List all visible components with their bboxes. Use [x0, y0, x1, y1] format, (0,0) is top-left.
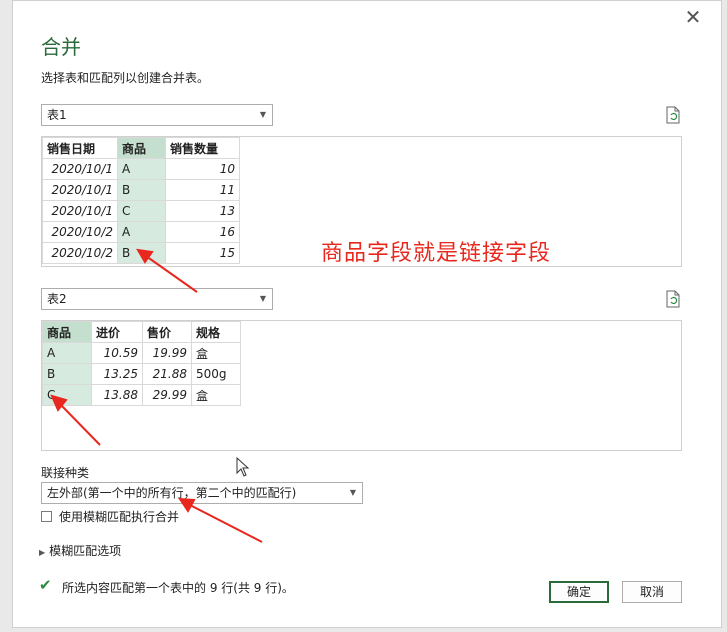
- table1-header-selected[interactable]: 商品: [117, 137, 166, 159]
- chevron-down-icon: ▼: [259, 110, 266, 119]
- table-row: 2020/10/1 A 10: [42, 158, 240, 180]
- dialog-title: 合并: [41, 35, 81, 59]
- table-cell: 10: [165, 158, 240, 180]
- table-cell: 19.99: [142, 342, 192, 364]
- table-cell: 盒: [191, 342, 241, 364]
- table-cell: 2020/10/2: [42, 242, 118, 264]
- table2-grid: 商品 进价 售价 规格 A 10.59 19.99 盒 B 13.25 21.8…: [42, 321, 241, 406]
- table-row: B 13.25 21.88 500g: [42, 363, 241, 385]
- table-row: 2020/10/2 A 16: [42, 221, 240, 243]
- table-row: 2020/10/1 B 11: [42, 179, 240, 201]
- status-text: 所选内容匹配第一个表中的 9 行(共 9 行)。: [62, 581, 294, 595]
- ok-button[interactable]: 确定: [549, 581, 609, 603]
- fuzzy-options-label: 模糊匹配选项: [49, 544, 122, 558]
- table2-preview: 商品 进价 售价 规格 A 10.59 19.99 盒 B 13.25 21.8…: [41, 320, 682, 451]
- cancel-button[interactable]: 取消: [622, 581, 682, 603]
- table-cell: 盒: [191, 384, 241, 406]
- table2-select[interactable]: 表2 ▼: [41, 288, 273, 310]
- annotation-text: 商品字段就是链接字段: [321, 241, 552, 266]
- table-row: 2020/10/1 C 13: [42, 200, 240, 222]
- merge-dialog: ✕ 合并 选择表和匹配列以创建合并表。 表1 ▼ 销售日期 商品 销售数量 20…: [12, 0, 722, 628]
- table-cell: A: [117, 221, 166, 243]
- join-kind-value: 左外部(第一个中的所有行，第二个中的匹配行): [47, 486, 297, 500]
- table-cell: 16: [165, 221, 240, 243]
- table1-grid: 销售日期 商品 销售数量 2020/10/1 A 10 2020/10/1 B …: [42, 137, 240, 264]
- table-cell: 15: [165, 242, 240, 264]
- table1-header[interactable]: 销售数量: [165, 137, 240, 159]
- join-kind-label: 联接种类: [41, 466, 90, 480]
- fuzzy-match-label: 使用模糊匹配执行合并: [59, 510, 180, 524]
- fuzzy-options-expander[interactable]: ▶ 模糊匹配选项: [39, 542, 121, 559]
- table-cell: 13: [165, 200, 240, 222]
- table-cell: 2020/10/1: [42, 158, 118, 180]
- refresh-file-icon[interactable]: [665, 290, 681, 308]
- table-cell: A: [42, 342, 92, 364]
- table-cell: 10.59: [91, 342, 143, 364]
- table-cell: 2020/10/2: [42, 221, 118, 243]
- table-cell: 13.88: [91, 384, 143, 406]
- fuzzy-match-checkbox[interactable]: [41, 511, 52, 522]
- dialog-subtitle: 选择表和匹配列以创建合并表。: [41, 71, 210, 85]
- table-row: 2020/10/2 B 15: [42, 242, 240, 264]
- table-cell: B: [117, 242, 166, 264]
- table-cell: 500g: [191, 363, 241, 385]
- table-cell: 2020/10/1: [42, 179, 118, 201]
- table-cell: 21.88: [142, 363, 192, 385]
- table1-select[interactable]: 表1 ▼: [41, 104, 273, 126]
- mouse-cursor-icon: [236, 457, 250, 477]
- table-cell: A: [117, 158, 166, 180]
- table-cell: C: [42, 384, 92, 406]
- table2-header[interactable]: 规格: [191, 321, 241, 343]
- table1-select-value: 表1: [47, 108, 67, 122]
- checkmark-icon: ✔: [39, 576, 52, 594]
- refresh-file-icon[interactable]: [665, 106, 681, 124]
- table2-header[interactable]: 进价: [91, 321, 143, 343]
- join-kind-select[interactable]: 左外部(第一个中的所有行，第二个中的匹配行) ▼: [41, 482, 363, 504]
- table-cell: B: [42, 363, 92, 385]
- table1-header[interactable]: 销售日期: [42, 137, 118, 159]
- table-row: C 13.88 29.99 盒: [42, 384, 241, 406]
- table2-select-value: 表2: [47, 292, 67, 306]
- table-cell: 11: [165, 179, 240, 201]
- table-row: A 10.59 19.99 盒: [42, 342, 241, 364]
- table-cell: C: [117, 200, 166, 222]
- table-cell: 29.99: [142, 384, 192, 406]
- table2-header[interactable]: 售价: [142, 321, 192, 343]
- close-icon[interactable]: ✕: [683, 7, 703, 27]
- table-cell: 2020/10/1: [42, 200, 118, 222]
- table2-header-selected[interactable]: 商品: [42, 321, 92, 343]
- chevron-down-icon: ▼: [349, 488, 356, 497]
- table-cell: 13.25: [91, 363, 143, 385]
- table-cell: B: [117, 179, 166, 201]
- triangle-right-icon: ▶: [39, 548, 46, 557]
- chevron-down-icon: ▼: [259, 294, 266, 303]
